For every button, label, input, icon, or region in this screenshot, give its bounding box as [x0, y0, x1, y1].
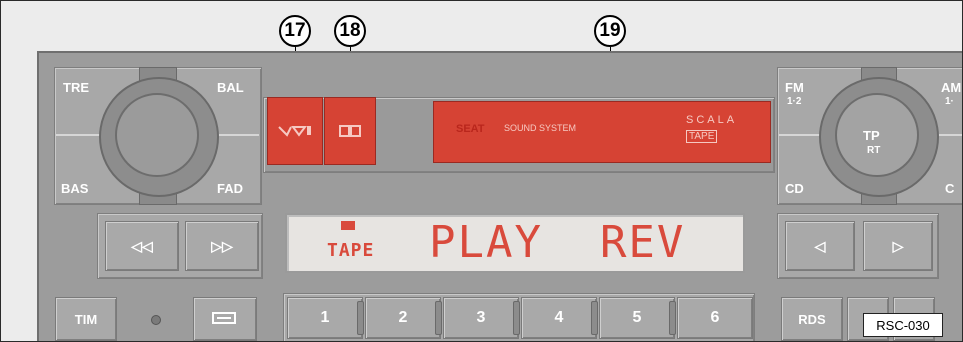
- lcd-display: TAPE PLAY REV: [285, 213, 745, 273]
- tune-down-icon: ◁: [814, 237, 826, 254]
- seek-back-button[interactable]: ◁◁: [105, 221, 179, 271]
- preset-separator: [591, 301, 598, 335]
- callout-18-label: 18: [339, 20, 361, 41]
- eject-icon: [278, 126, 311, 137]
- right-knob-divider-left: [779, 134, 823, 136]
- callout-18: 18: [334, 15, 366, 47]
- display-tape-indicator: [341, 221, 355, 230]
- label-am: AM: [941, 80, 962, 95]
- label-fad: FAD: [217, 181, 243, 196]
- callout-17-label: 17: [284, 20, 306, 41]
- tune-down-button[interactable]: ◁: [785, 221, 855, 271]
- left-knob-divider-right: [219, 134, 259, 136]
- right-knob-divider-right: [939, 134, 962, 136]
- tune-up-button[interactable]: ▷: [863, 221, 933, 271]
- label-tre: TRE: [63, 80, 89, 95]
- figure-id-badge: RSC-030: [863, 313, 943, 337]
- preset-button-4[interactable]: 4: [521, 297, 597, 339]
- preset-button-3[interactable]: 3: [443, 297, 519, 339]
- preset-separator: [669, 301, 676, 335]
- label-bas: BAS: [61, 181, 89, 196]
- label-bal: BAL: [217, 80, 244, 95]
- left-rotary-knob-center[interactable]: [115, 93, 199, 177]
- label-c: C: [945, 181, 955, 196]
- tape-brand-panel: SEAT SOUND SYSTEM SCALA TAPE: [433, 101, 771, 163]
- tp-label: TP: [863, 128, 880, 143]
- preset-button-1[interactable]: 1: [287, 297, 363, 339]
- brand-subtitle: SOUND SYSTEM: [504, 123, 577, 133]
- cassette-icon: [212, 312, 236, 324]
- label-am-sub: 1·: [945, 96, 954, 107]
- preset-separator: [435, 301, 442, 335]
- tim-button[interactable]: TIM: [55, 297, 117, 341]
- figure-frame: 17 18 19 TRE BAL BAS FAD SEAT SOUND SYST…: [0, 0, 963, 342]
- tape-direction-icon: [339, 125, 361, 137]
- preset-button-5[interactable]: 5: [599, 297, 675, 339]
- preset-label-4: 4: [554, 309, 564, 326]
- preset-label-1: 1: [320, 309, 330, 326]
- preset-button-2[interactable]: 2: [365, 297, 441, 339]
- callout-17: 17: [279, 15, 311, 47]
- callout-19: 19: [594, 15, 626, 47]
- eject-button[interactable]: [267, 97, 323, 165]
- preset-label-6: 6: [710, 309, 720, 326]
- preset-button-6[interactable]: 6: [677, 297, 753, 339]
- seek-forward-icon: ▷▷: [211, 237, 233, 254]
- seek-forward-button[interactable]: ▷▷: [185, 221, 259, 271]
- preset-label-2: 2: [398, 309, 408, 326]
- display-status-text: PLAY REV: [429, 217, 686, 268]
- display-tape-label: TAPE: [327, 240, 375, 261]
- brand-seat: SEAT: [456, 123, 485, 135]
- model-scala: SCALA: [686, 114, 738, 126]
- tim-label: TIM: [74, 311, 98, 327]
- tune-up-icon: ▷: [892, 237, 904, 254]
- preset-separator: [357, 301, 364, 335]
- callout-19-label: 19: [599, 20, 621, 41]
- figure-id-label: RSC-030: [876, 317, 930, 333]
- rds-label: RDS: [798, 311, 826, 327]
- left-knob-divider-left: [56, 134, 102, 136]
- label-cd: CD: [785, 181, 804, 196]
- rt-label: RT: [867, 145, 881, 156]
- display-mode-button[interactable]: [193, 297, 257, 341]
- tape-dolby-button[interactable]: [324, 97, 376, 165]
- indicator-led: [151, 315, 161, 325]
- preset-separator: [513, 301, 520, 335]
- preset-label-3: 3: [476, 309, 486, 326]
- label-fm: FM: [785, 80, 804, 95]
- rds-button[interactable]: RDS: [781, 297, 843, 341]
- model-tape: TAPE: [686, 130, 718, 143]
- label-fm-sub: 1·2: [787, 96, 802, 107]
- seek-back-icon: ◁◁: [131, 237, 153, 254]
- preset-label-5: 5: [632, 309, 642, 326]
